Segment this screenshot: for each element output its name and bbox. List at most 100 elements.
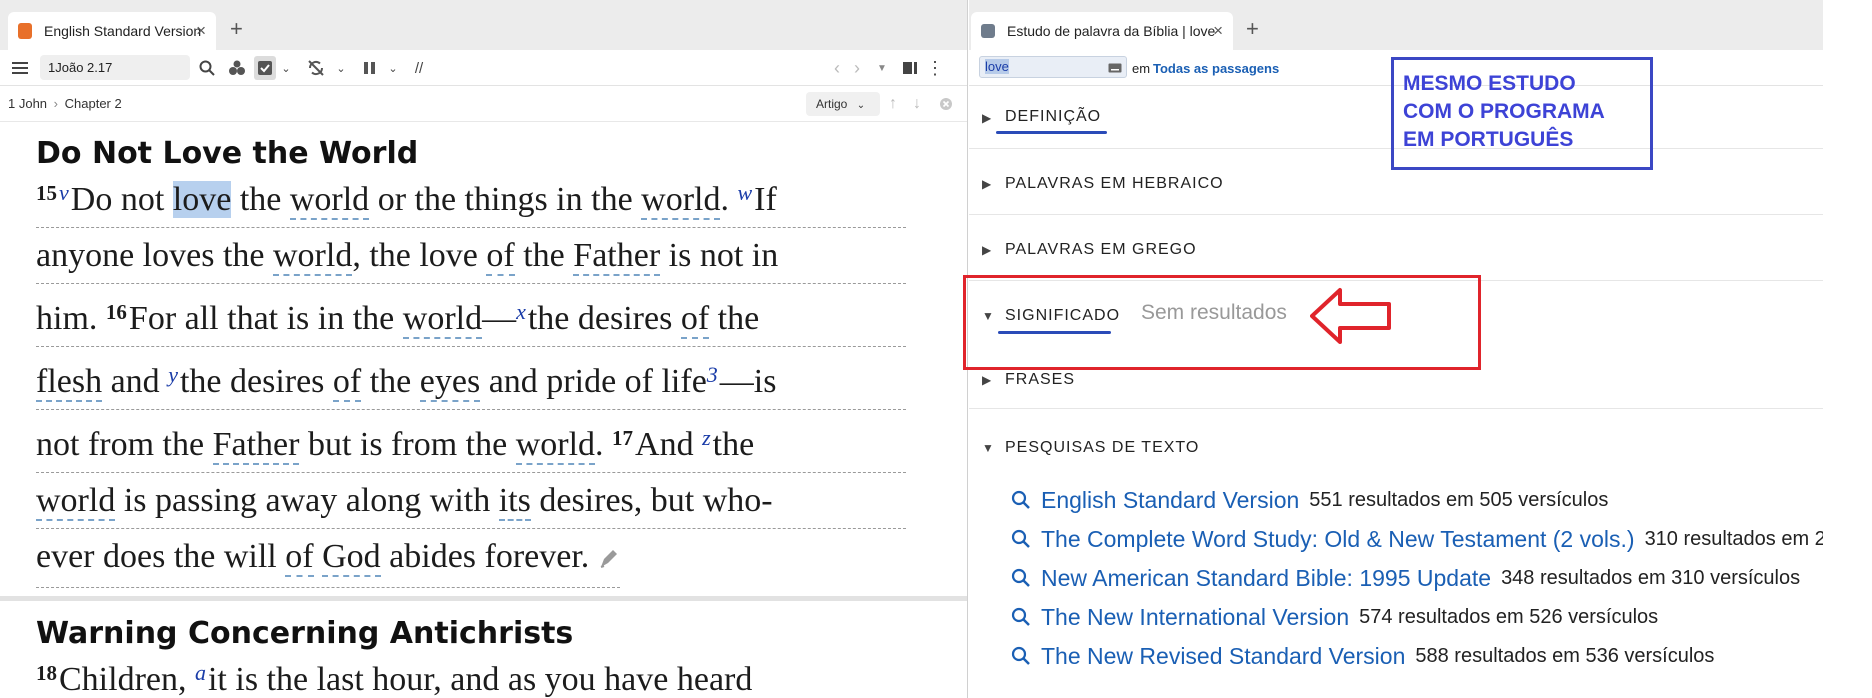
section-label: PALAVRAS EM HEBRAICO xyxy=(1005,175,1224,192)
verse-number[interactable]: 17 xyxy=(612,426,633,450)
verse-text: it is the last hour, and as you have hea… xyxy=(207,661,753,698)
section-label: DEFINIÇÃO xyxy=(1005,108,1102,125)
chevron-down-icon[interactable]: ⌄ xyxy=(386,50,400,86)
next-section: Warning Concerning Antichrists 18Childre… xyxy=(36,616,906,698)
footnote-marker[interactable]: x xyxy=(516,299,526,324)
breadcrumb-chapter[interactable]: Chapter 2 xyxy=(65,96,122,111)
verse-number[interactable]: 16 xyxy=(106,300,127,324)
chevron-down-icon: ⌄ xyxy=(856,100,866,111)
list-item[interactable]: The Complete Word Study: Old & New Testa… xyxy=(1011,525,1823,553)
expand-triangle-icon[interactable]: ▶ xyxy=(982,111,991,125)
list-item[interactable]: The New Revised Standard Version 588 res… xyxy=(1011,642,1714,670)
tab-label: English Standard Version xyxy=(44,23,202,39)
tab-english-standard-version[interactable]: English Standard Version × xyxy=(8,12,216,50)
close-icon[interactable]: × xyxy=(196,21,206,41)
checklist-icon[interactable] xyxy=(254,56,276,80)
result-count: 574 resultados em 526 versículos xyxy=(1359,605,1659,628)
bible-reader-panel: English Standard Version × + 1João 2.17 … xyxy=(0,0,968,698)
close-circle-icon[interactable] xyxy=(936,86,956,122)
artigo-dropdown[interactable]: Artigo ⌄ xyxy=(806,92,880,116)
verse-number[interactable]: 18 xyxy=(36,661,57,685)
word-search-input[interactable]: love xyxy=(979,56,1127,78)
expand-triangle-icon[interactable]: ▶ xyxy=(982,373,991,387)
menu-icon[interactable] xyxy=(8,50,32,86)
keyboard-icon[interactable] xyxy=(1108,61,1122,76)
search-icon xyxy=(1011,529,1031,549)
breadcrumb-book[interactable]: 1 John xyxy=(8,96,47,111)
verse-text: Children, xyxy=(59,661,195,698)
close-icon[interactable]: × xyxy=(1213,21,1223,41)
result-title[interactable]: The New Revised Standard Version xyxy=(1041,643,1405,670)
page-margin xyxy=(1823,0,1872,698)
verse-paragraph: 18Children, ait is the last hour, and as… xyxy=(36,645,906,698)
verse-number[interactable]: 15 xyxy=(36,181,57,205)
reference-input[interactable]: 1João 2.17 xyxy=(40,55,190,80)
columns-icon[interactable] xyxy=(360,50,380,86)
footnote-marker[interactable]: y xyxy=(168,362,178,387)
arrow-up-icon[interactable]: ↑ xyxy=(884,86,902,122)
breadcrumb: 1 John › Chapter 2 xyxy=(8,96,122,111)
forward-icon[interactable]: › xyxy=(848,50,866,86)
list-item[interactable]: New American Standard Bible: 1995 Update… xyxy=(1011,564,1800,592)
in-label: em xyxy=(1132,61,1151,76)
pane-splitter[interactable] xyxy=(0,596,967,601)
chevron-down-icon[interactable]: ⌄ xyxy=(279,50,293,86)
result-title[interactable]: English Standard Version xyxy=(1041,487,1299,514)
annotation-line: EM PORTUGUÊS xyxy=(1403,128,1574,151)
result-title[interactable]: The Complete Word Study: Old & New Testa… xyxy=(1041,526,1635,553)
result-count: 551 resultados em 505 versículos xyxy=(1309,488,1609,511)
breadcrumb-bar: 1 John › Chapter 2 Artigo ⌄ ↑ ↓ xyxy=(0,86,967,122)
section-label: FRASES xyxy=(1005,371,1076,388)
expand-triangle-icon[interactable]: ▶ xyxy=(982,177,991,191)
reader-toolbar: 1João 2.17 ⌄ ⌄ ⌄ // ‹ › ▼ ⋮ xyxy=(0,50,967,86)
collapse-triangle-icon[interactable]: ▼ xyxy=(982,441,994,455)
list-item[interactable]: English Standard Version 551 resultados … xyxy=(1011,486,1608,514)
result-title[interactable]: New American Standard Bible: 1995 Update xyxy=(1041,565,1491,592)
result-count: 310 resultados em 272 versículos xyxy=(1644,527,1823,550)
add-tab-button[interactable]: + xyxy=(230,16,243,42)
arrow-down-icon[interactable]: ↓ xyxy=(908,86,926,122)
parallel-separator[interactable]: // xyxy=(408,50,430,86)
selected-word: love xyxy=(172,181,232,218)
footnote-marker[interactable]: v xyxy=(59,180,69,205)
add-tab-button[interactable]: + xyxy=(1246,16,1259,42)
search-icon xyxy=(1011,568,1031,588)
right-tab-bar: Estudo de palavra da Bíblia | love × + xyxy=(969,0,1823,50)
section-label[interactable]: PESQUISAS DE TEXTO xyxy=(1005,439,1199,457)
search-icon[interactable] xyxy=(196,50,218,86)
history-dropdown-icon[interactable]: ▼ xyxy=(874,50,890,86)
search-icon xyxy=(1011,607,1031,627)
search-value: love xyxy=(985,59,1009,74)
word-study-icon xyxy=(981,24,995,38)
footnote-marker[interactable]: z xyxy=(702,425,711,450)
highlight-box xyxy=(963,275,1481,370)
expand-triangle-icon[interactable]: ▶ xyxy=(982,243,991,257)
result-title[interactable]: The New International Version xyxy=(1041,604,1349,631)
footnote-marker[interactable]: a xyxy=(195,660,206,685)
chevron-down-icon[interactable]: ⌄ xyxy=(334,50,348,86)
tab-word-study[interactable]: Estudo de palavra da Bíblia | love × xyxy=(971,12,1233,50)
bible-text: Do Not Love the World 15vDo not love the… xyxy=(36,122,906,588)
result-count: 588 resultados em 536 versículos xyxy=(1415,644,1715,667)
annotation-note: MESMO ESTUDO COM O PROGRAMA EM PORTUGUÊS xyxy=(1391,57,1653,170)
search-icon xyxy=(1011,646,1031,666)
verse-paragraph: 15vDo not love the world or the things i… xyxy=(36,165,906,588)
tab-label: Estudo de palavra da Bíblia | love xyxy=(1007,23,1216,39)
more-options-icon[interactable]: ⋮ xyxy=(926,50,944,86)
artigo-label: Artigo xyxy=(816,97,848,111)
search-icon xyxy=(1011,490,1031,510)
back-icon[interactable]: ‹ xyxy=(828,50,846,86)
layout-icon[interactable] xyxy=(900,50,920,86)
book-icon xyxy=(18,23,32,39)
section-palavras-grego[interactable]: ▶ PALAVRAS EM GREGO xyxy=(969,215,1823,281)
sync-off-icon[interactable] xyxy=(304,50,328,86)
pen-icon[interactable] xyxy=(598,532,620,587)
left-tab-bar: English Standard Version × + xyxy=(0,0,967,50)
scope-link[interactable]: Todas as passagens xyxy=(1153,61,1279,76)
footnote-marker[interactable]: 3 xyxy=(707,362,718,387)
breadcrumb-separator: › xyxy=(53,96,59,111)
list-item[interactable]: The New International Version 574 result… xyxy=(1011,603,1658,631)
footnote-marker[interactable]: w xyxy=(737,180,752,205)
visual-filters-icon[interactable] xyxy=(226,50,248,86)
section-label: PALAVRAS EM GREGO xyxy=(1005,241,1197,258)
